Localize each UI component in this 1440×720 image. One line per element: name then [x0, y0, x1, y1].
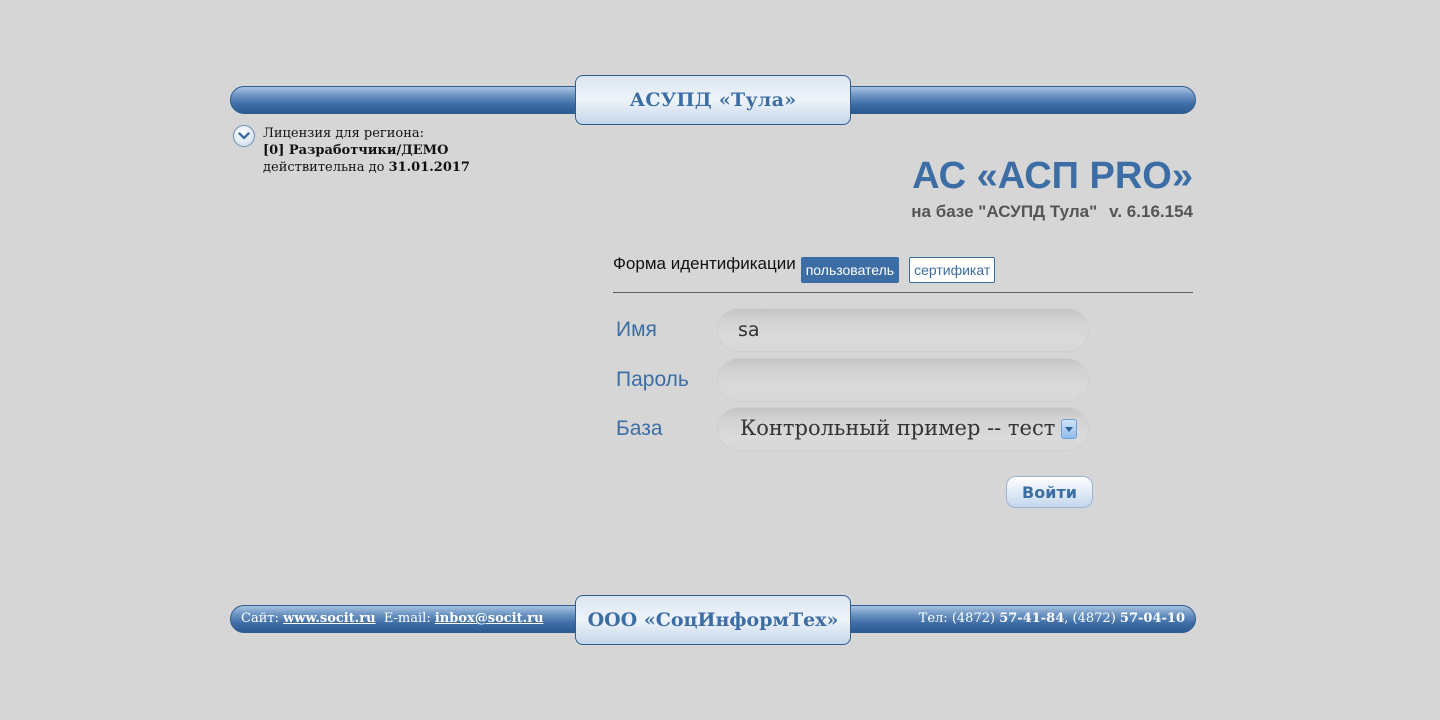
phone1-code: (4872) [951, 611, 996, 626]
base-selected-value: Контрольный пример -- тест [740, 416, 1056, 440]
login-button[interactable]: Войти [1006, 476, 1093, 508]
phone2-code: (4872) [1072, 611, 1116, 626]
footer-phones: Тел: (4872) 57-41-84, (4872) 57-04-10 [918, 611, 1185, 626]
license-valid-prefix: действительна до [263, 160, 385, 175]
base-select[interactable]: Контрольный пример -- тест [717, 407, 1089, 451]
product-version: v. 6.16.154 [1109, 202, 1193, 221]
password-field-wrapper [717, 358, 1089, 402]
email-link[interactable]: inbox@socit.ru [435, 611, 544, 626]
phone1-number: 57-41-84 [999, 611, 1065, 626]
company-name: ООО «СоцИнформТех» [575, 595, 851, 645]
identification-mode-row: Форма идентификации пользователь сертифи… [613, 252, 996, 283]
phone2-number: 57-04-10 [1119, 611, 1185, 626]
license-info: Лицензия для региона: [0] Разработчики/Д… [263, 125, 470, 176]
product-title: АС «АСП PRO» [912, 155, 1193, 197]
site-label: Сайт: [241, 611, 279, 626]
dropdown-arrow-icon[interactable] [1061, 419, 1077, 439]
name-field-wrapper [717, 308, 1089, 352]
mode-user-button[interactable]: пользователь [800, 257, 900, 283]
name-input[interactable] [738, 317, 1068, 343]
product-subtitle: на базе "АСУПД Тула" v. 6.16.154 [911, 202, 1193, 222]
name-label: Имя [616, 318, 657, 341]
license-toggle-button[interactable] [233, 125, 255, 147]
email-label: E-mail: [383, 611, 431, 626]
license-region: [0] Разработчики/ДЕМО [263, 143, 449, 158]
system-title: АСУПД «Тула» [575, 75, 851, 125]
license-valid-date: 31.01.2017 [388, 160, 470, 175]
site-link[interactable]: www.socit.ru [283, 611, 375, 626]
password-input[interactable] [738, 367, 1068, 393]
base-label: База [616, 417, 663, 440]
license-label: Лицензия для региона: [263, 126, 425, 141]
identification-form-label: Форма идентификации [613, 254, 796, 273]
form-divider [613, 292, 1193, 293]
product-base: на базе "АСУПД Тула" [911, 202, 1098, 221]
mode-certificate-button[interactable]: сертификат [909, 257, 996, 283]
chevron-down-icon [238, 132, 250, 140]
phone-label: Тел: [918, 611, 948, 626]
password-label: Пароль [616, 368, 689, 391]
footer-contacts: Сайт: www.socit.ru E-mail: inbox@socit.r… [241, 611, 543, 626]
